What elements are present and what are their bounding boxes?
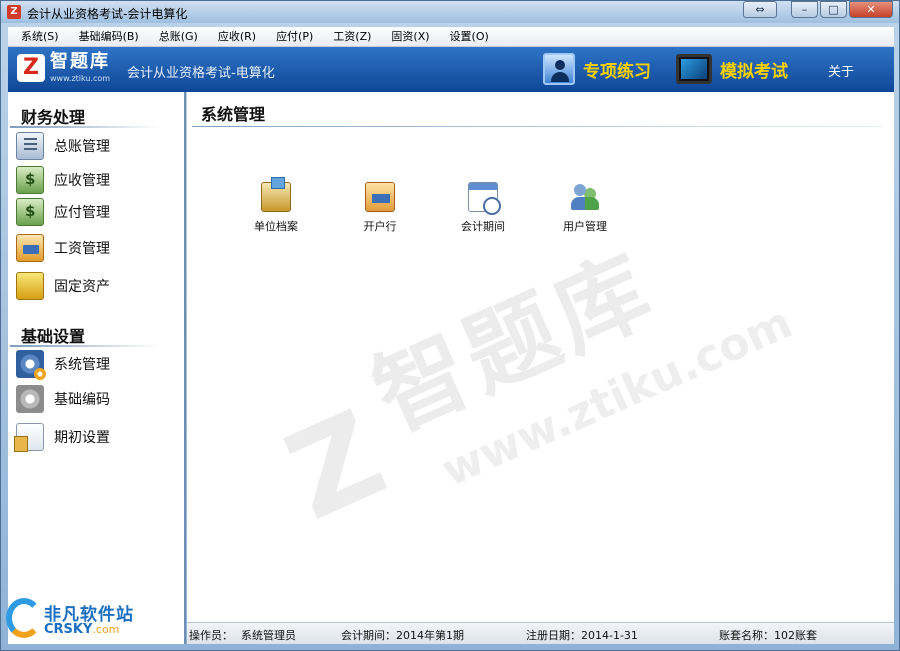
tool-user-management[interactable]: 用户管理 xyxy=(545,182,625,234)
tool-accounting-period[interactable]: 会计期间 xyxy=(443,182,523,234)
sidebar-item-receivable[interactable]: 应收管理 xyxy=(16,165,176,195)
ledger-icon xyxy=(16,132,44,160)
status-operator: 操作员： 系统管理员 xyxy=(189,627,296,643)
status-account-value: 102账套 xyxy=(774,629,817,642)
menu-fixed-assets[interactable]: 固资(X) xyxy=(378,27,436,46)
practice-label: 专项练习 xyxy=(583,61,651,82)
banner-subtitle: 会计从业资格考试-电算化 xyxy=(127,66,275,81)
tool-label: 开户行 xyxy=(363,220,397,233)
mock-exam-label: 模拟考试 xyxy=(720,61,788,82)
archive-icon xyxy=(261,177,291,212)
site-watermark-logo: 非凡软件站 CRSKY.com xyxy=(0,592,150,648)
section-divider xyxy=(10,126,160,128)
window-controls: ⇔ – □ ✕ xyxy=(743,1,893,19)
logo-text: 智题库 xyxy=(50,51,110,72)
money-icon xyxy=(16,198,44,226)
title-divider xyxy=(192,126,882,127)
sidebar-item-label: 期初设置 xyxy=(54,430,110,446)
sidebar-section-finance: 财务处理 xyxy=(21,108,86,127)
sidebar-item-opening-setup[interactable]: 期初设置 xyxy=(14,422,176,452)
sidebar-item-system-management[interactable]: 系统管理 xyxy=(16,349,176,380)
sidebar-item-payable[interactable]: 应付管理 xyxy=(16,197,176,227)
mock-exam-button[interactable]: 模拟考试 xyxy=(676,51,788,87)
section-divider xyxy=(10,345,160,347)
minimize-button[interactable]: – xyxy=(791,1,818,18)
sidebar-item-label: 系统管理 xyxy=(54,357,110,373)
person-icon xyxy=(543,53,575,85)
sidebar-item-payroll[interactable]: 工资管理 xyxy=(16,233,176,263)
sidebar-item-label: 基础编码 xyxy=(54,392,110,408)
tool-label: 用户管理 xyxy=(563,220,607,233)
page-title: 系统管理 xyxy=(201,105,266,124)
sidebar-item-label: 固定资产 xyxy=(54,279,110,295)
header-banner: Z 智题库 www.ztiku.com 会计从业资格考试-电算化 专项练习 模拟… xyxy=(8,47,894,92)
status-regdate-value: 2014-1-31 xyxy=(581,629,638,642)
restore-size-icon[interactable]: ⇔ xyxy=(743,1,777,18)
main-panel: Z 智题库 www.ztiku.com 系统管理 单位档案 开户行 会计期间 用… xyxy=(187,92,894,622)
sidebar-item-label: 应付管理 xyxy=(54,205,110,221)
menu-payable[interactable]: 应付(P) xyxy=(263,27,320,46)
gear-icon xyxy=(16,385,44,413)
users-icon xyxy=(570,182,600,212)
site-watermark-domain: .com xyxy=(92,623,120,636)
tool-bank[interactable]: 开户行 xyxy=(340,182,420,234)
sidebar-item-label: 总账管理 xyxy=(54,139,110,155)
status-account-label: 账套名称： xyxy=(719,629,774,642)
menu-basic-coding[interactable]: 基础编码(B) xyxy=(66,27,146,46)
menu-receivable[interactable]: 应收(R) xyxy=(205,27,263,46)
status-period: 会计期间：2014年第1期 xyxy=(341,627,464,643)
money-icon xyxy=(16,166,44,194)
tool-company-profile[interactable]: 单位档案 xyxy=(236,177,316,234)
calendar-clock-icon xyxy=(468,182,501,215)
status-bar: 操作员： 系统管理员 会计期间：2014年第1期 注册日期：2014-1-31 账… xyxy=(187,622,894,644)
sidebar: 财务处理 总账管理 应收管理 应付管理 工资管理 固定资产 基础设置 系统管理 xyxy=(8,92,186,644)
status-operator-label: 操作员： xyxy=(189,629,233,642)
wage-card-icon xyxy=(16,234,44,262)
maximize-button[interactable]: □ xyxy=(820,1,847,18)
basket-icon xyxy=(16,272,44,300)
status-regdate: 注册日期：2014-1-31 xyxy=(526,627,638,643)
title-bar: Z 会计从业资格考试-会计电算化 ⇔ – □ ✕ xyxy=(1,1,899,23)
bank-card-icon xyxy=(365,182,395,212)
sidebar-item-label: 应收管理 xyxy=(54,173,110,189)
tool-label: 会计期间 xyxy=(461,220,505,233)
app-window: Z 会计从业资格考试-会计电算化 ⇔ – □ ✕ 系统(S) 基础编码(B) 总… xyxy=(0,0,900,651)
documents-icon xyxy=(14,423,44,452)
app-icon: Z xyxy=(7,5,21,19)
status-period-value: 2014年第1期 xyxy=(396,629,464,642)
status-regdate-label: 注册日期： xyxy=(526,629,581,642)
menu-payroll[interactable]: 工资(Z) xyxy=(320,27,378,46)
status-period-label: 会计期间： xyxy=(341,629,396,642)
menu-settings[interactable]: 设置(O) xyxy=(437,27,496,46)
monitor-icon xyxy=(676,54,712,84)
about-link[interactable]: 关于 xyxy=(828,61,854,80)
window-title: 会计从业资格考试-会计电算化 xyxy=(27,7,188,21)
site-watermark-sub: CRSKY.com xyxy=(44,622,119,637)
logo-icon: Z xyxy=(17,54,45,82)
sidebar-item-fixed-assets[interactable]: 固定资产 xyxy=(16,271,176,301)
sidebar-item-basic-coding[interactable]: 基础编码 xyxy=(16,384,176,414)
gear-icon xyxy=(16,350,46,380)
close-button[interactable]: ✕ xyxy=(849,1,893,18)
menu-system[interactable]: 系统(S) xyxy=(8,27,66,46)
status-operator-value: 系统管理员 xyxy=(241,629,296,642)
logo-url: www.ztiku.com xyxy=(50,74,111,83)
site-watermark-brand: CRSKY xyxy=(44,622,93,637)
sidebar-section-basic: 基础设置 xyxy=(21,327,86,346)
status-account: 账套名称：102账套 xyxy=(719,627,817,643)
practice-button[interactable]: 专项练习 xyxy=(543,51,651,87)
menu-bar: 系统(S) 基础编码(B) 总账(G) 应收(R) 应付(P) 工资(Z) 固资… xyxy=(8,27,894,47)
swirl-logo-icon xyxy=(6,598,42,638)
sidebar-item-label: 工资管理 xyxy=(54,241,110,257)
tool-label: 单位档案 xyxy=(254,220,298,233)
watermark: Z 智题库 www.ztiku.com xyxy=(252,172,833,621)
sidebar-item-general-ledger[interactable]: 总账管理 xyxy=(16,131,176,161)
menu-general-ledger[interactable]: 总账(G) xyxy=(146,27,205,46)
